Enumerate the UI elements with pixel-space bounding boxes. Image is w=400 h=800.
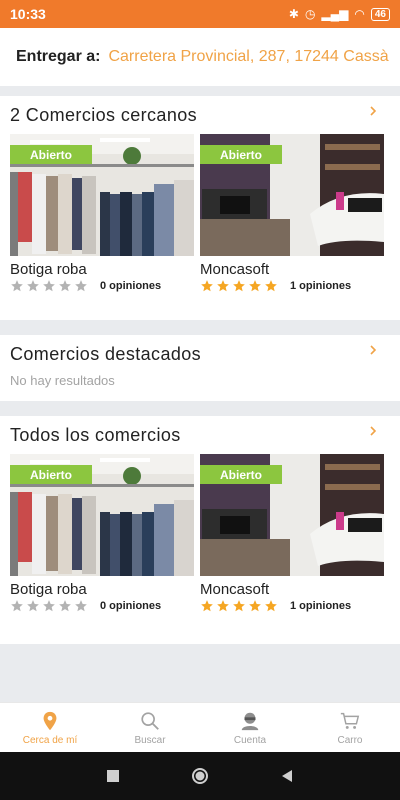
alarm-icon: ◷ [304,7,316,21]
search-icon [141,711,159,730]
chevron-right-icon[interactable] [368,345,378,355]
shop-card[interactable]: Abierto Moncasoft 1 opiniones [200,134,384,294]
open-status-badge: Abierto [200,145,282,164]
location-pin-icon [43,711,57,730]
star-empty-icon [59,600,71,612]
user-icon [241,712,259,730]
shop-rating: 1 opiniones [200,278,384,294]
status-icons: ✱ ◷ ▂▄▆ ◠ 46 [289,7,390,21]
section-title: Todos los comercios [10,424,181,445]
shop-name: Botiga roba [10,261,87,278]
system-navigation-bar [0,752,400,800]
star-empty-icon [43,600,55,612]
shop-card[interactable]: Abierto Botiga roba 0 opiniones [10,134,194,294]
empty-message: No hay resultados [10,373,115,388]
bluetooth-icon: ✱ [288,7,299,21]
star-filled-icon [201,280,213,292]
open-status-badge: Abierto [10,145,92,164]
recent-apps-icon[interactable] [104,767,122,785]
shop-name: Botiga roba [10,581,87,598]
shop-rating: 1 opiniones [200,598,384,614]
tab-account[interactable]: Cuenta [200,703,300,752]
section-title: 2 Comercios cercanos [10,104,198,125]
home-icon[interactable] [191,767,209,785]
signal-icon: ▂▄▆ [321,7,349,21]
star-filled-icon [249,280,261,292]
review-count: 1 opiniones [290,280,352,292]
star-filled-icon [217,600,229,612]
chevron-right-icon[interactable] [368,106,378,116]
tab-label: Buscar [134,734,166,746]
back-icon[interactable] [278,767,296,785]
review-count: 0 opiniones [100,280,162,292]
chevron-right-icon[interactable] [368,426,378,436]
cart-icon [340,712,360,729]
star-empty-icon [75,600,87,612]
review-count: 0 opiniones [100,600,162,612]
shop-cards: Abierto Botiga roba 0 opiniones Abierto … [0,134,400,294]
shop-photo-clothing[interactable]: Abierto [10,454,194,576]
open-status-badge: Abierto [200,465,282,484]
shop-name: Moncasoft [200,581,270,598]
star-filled-icon [233,600,245,612]
star-empty-icon [27,280,39,292]
shop-card[interactable]: Abierto Moncasoft 1 opiniones [200,454,384,614]
featured-shops-header[interactable]: Comercios destacados [0,335,400,373]
delivery-address[interactable]: Carretera Provincial, 287, 17244 Cassà [108,48,388,66]
review-count: 1 opiniones [290,600,352,612]
star-filled-icon [217,280,229,292]
shop-name: Moncasoft [200,261,270,278]
shop-photo-clothing[interactable]: Abierto [10,134,194,256]
nearby-shops-header[interactable]: 2 Comercios cercanos [0,96,400,134]
shop-rating: 0 opiniones [10,598,194,614]
star-empty-icon [11,600,23,612]
star-filled-icon [201,600,213,612]
shop-cards: Abierto Botiga roba 0 opiniones Abierto … [0,454,400,614]
nearby-shops-section: 2 Comercios cercanos Abierto Botiga roba… [0,96,400,320]
shop-photo-office[interactable]: Abierto [200,454,384,576]
star-empty-icon [75,280,87,292]
tab-label: Carro [337,734,363,746]
star-empty-icon [27,600,39,612]
status-bar: 10:33 ✱ ◷ ▂▄▆ ◠ 46 [0,0,400,28]
tab-label: Cuenta [233,734,267,746]
status-time: 10:33 [10,6,46,22]
bottom-tab-bar: Cerca de mí Buscar Cuenta Carro [0,702,400,752]
star-filled-icon [265,600,277,612]
star-filled-icon [233,280,245,292]
section-title: Comercios destacados [10,343,202,364]
open-status-badge: Abierto [10,465,92,484]
shop-rating: 0 opiniones [10,278,194,294]
star-empty-icon [59,280,71,292]
wifi-icon: ◠ [354,7,365,21]
tab-cart[interactable]: Carro [300,703,400,752]
star-empty-icon [43,280,55,292]
star-filled-icon [249,600,261,612]
shop-card[interactable]: Abierto Botiga roba 0 opiniones [10,454,194,614]
all-shops-header[interactable]: Todos los comercios [0,416,400,454]
delivery-address-bar[interactable]: Entregar a: Carretera Provincial, 287, 1… [0,28,400,86]
all-shops-section: Todos los comercios Abierto Botiga roba … [0,416,400,644]
star-empty-icon [11,280,23,292]
tab-nearby[interactable]: Cerca de mí [0,703,100,752]
tab-label: Cerca de mí [22,734,78,746]
featured-shops-section: Comercios destacados No hay resultados [0,335,400,401]
tab-search[interactable]: Buscar [100,703,200,752]
star-filled-icon [265,280,277,292]
shop-photo-office[interactable]: Abierto [200,134,384,256]
delivery-label: Entregar a: [16,48,101,65]
battery-icon: 46 [370,7,390,21]
